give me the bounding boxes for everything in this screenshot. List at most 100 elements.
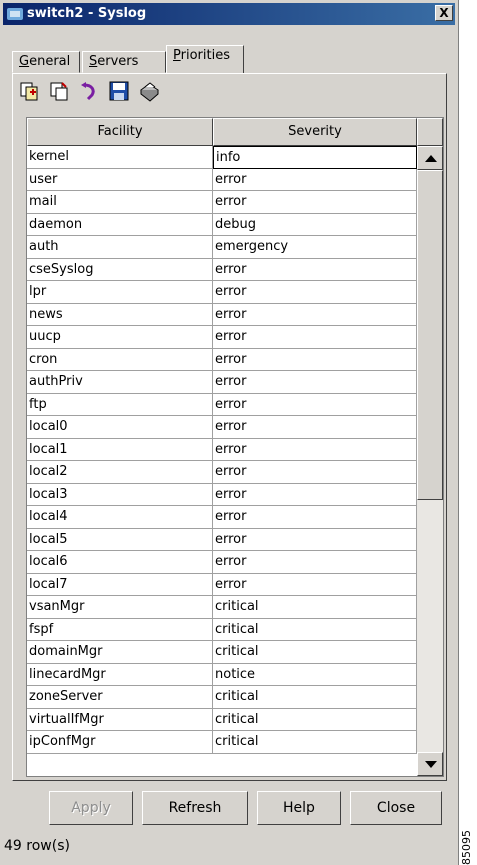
table-row[interactable]: domainMgr critical [27, 641, 417, 664]
facility-cell[interactable]: fspf [27, 618, 213, 641]
facility-cell[interactable]: cron [27, 348, 213, 371]
facility-cell[interactable]: local4 [27, 506, 213, 529]
severity-cell[interactable]: error [213, 168, 417, 191]
severity-cell[interactable]: error [213, 348, 417, 371]
table-row[interactable]: local4 error [27, 506, 417, 529]
severity-cell[interactable]: error [213, 191, 417, 214]
severity-cell[interactable]: critical [213, 708, 417, 731]
severity-cell[interactable]: notice [213, 663, 417, 686]
table-row[interactable]: ipConfMgr critical [27, 731, 417, 754]
severity-cell[interactable]: critical [213, 686, 417, 709]
facility-cell[interactable]: user [27, 168, 213, 191]
apply-button[interactable]: Apply [49, 791, 133, 825]
facility-cell[interactable]: news [27, 303, 213, 326]
severity-cell[interactable]: error [213, 506, 417, 529]
severity-cell[interactable]: critical [213, 618, 417, 641]
table-row[interactable]: cseSyslog error [27, 258, 417, 281]
facility-cell[interactable]: local0 [27, 416, 213, 439]
table-row[interactable]: uucp error [27, 326, 417, 349]
tab-priorities[interactable]: Priorities [166, 45, 244, 73]
facility-cell[interactable]: local7 [27, 573, 213, 596]
facility-cell[interactable]: cseSyslog [27, 258, 213, 281]
table-row[interactable]: local3 error [27, 483, 417, 506]
facility-cell[interactable]: vsanMgr [27, 596, 213, 619]
scroll-thumb[interactable] [417, 170, 443, 500]
severity-cell[interactable]: error [213, 573, 417, 596]
facility-cell[interactable]: mail [27, 191, 213, 214]
facility-cell[interactable]: uucp [27, 326, 213, 349]
title-bar[interactable]: switch2 - Syslog X [3, 3, 455, 25]
facility-cell[interactable]: local6 [27, 551, 213, 574]
severity-cell[interactable]: critical [213, 731, 417, 754]
table-row[interactable]: linecardMgr notice [27, 663, 417, 686]
copy-row-icon[interactable] [18, 80, 40, 102]
table-row[interactable]: news error [27, 303, 417, 326]
column-header-facility[interactable]: Facility [27, 118, 213, 146]
severity-cell[interactable]: error [213, 528, 417, 551]
severity-cell[interactable]: error [213, 483, 417, 506]
column-header-severity[interactable]: Severity [213, 118, 417, 146]
close-button[interactable]: Close [350, 791, 442, 825]
facility-cell[interactable]: auth [27, 236, 213, 259]
facility-cell[interactable]: kernel [27, 146, 213, 169]
table-row[interactable]: ftp error [27, 393, 417, 416]
facility-cell[interactable]: local5 [27, 528, 213, 551]
table-row[interactable]: local0 error [27, 416, 417, 439]
facility-cell[interactable]: domainMgr [27, 641, 213, 664]
help-button[interactable]: Help [257, 791, 341, 825]
severity-cell[interactable]: error [213, 393, 417, 416]
vertical-scrollbar[interactable] [417, 146, 443, 776]
table-row[interactable]: daemon debug [27, 213, 417, 236]
severity-cell[interactable]: emergency [213, 236, 417, 259]
facility-cell[interactable]: authPriv [27, 371, 213, 394]
severity-cell[interactable]: error [213, 461, 417, 484]
table-row[interactable]: authPriv error [27, 371, 417, 394]
table-row[interactable]: local5 error [27, 528, 417, 551]
table-row[interactable]: fspf critical [27, 618, 417, 641]
table-row[interactable]: local2 error [27, 461, 417, 484]
severity-cell[interactable]: critical [213, 596, 417, 619]
facility-cell[interactable]: lpr [27, 281, 213, 304]
severity-cell[interactable]: debug [213, 213, 417, 236]
severity-cell[interactable]: error [213, 281, 417, 304]
refresh-button[interactable]: Refresh [142, 791, 248, 825]
facility-cell[interactable]: local2 [27, 461, 213, 484]
severity-cell[interactable]: critical [213, 641, 417, 664]
severity-cell[interactable]: error [213, 326, 417, 349]
facility-cell[interactable]: zoneServer [27, 686, 213, 709]
save-icon[interactable] [108, 80, 130, 102]
facility-cell[interactable]: daemon [27, 213, 213, 236]
tab-servers[interactable]: Servers [82, 51, 166, 73]
table-row[interactable]: cron error [27, 348, 417, 371]
tab-general[interactable]: General [12, 51, 80, 73]
table-row[interactable]: zoneServer critical [27, 686, 417, 709]
severity-cell[interactable]: error [213, 416, 417, 439]
table-row[interactable]: lpr error [27, 281, 417, 304]
facility-cell[interactable]: ftp [27, 393, 213, 416]
severity-cell[interactable]: error [213, 438, 417, 461]
severity-cell[interactable]: error [213, 551, 417, 574]
table-row[interactable]: local6 error [27, 551, 417, 574]
paste-row-icon[interactable] [48, 80, 70, 102]
table-row[interactable]: user error [27, 168, 417, 191]
table-row[interactable]: local1 error [27, 438, 417, 461]
close-window-button[interactable]: X [435, 5, 453, 21]
undo-icon[interactable] [78, 80, 100, 102]
table-row[interactable]: auth emergency [27, 236, 417, 259]
table-row[interactable]: mail error [27, 191, 417, 214]
table-row[interactable]: vsanMgr critical [27, 596, 417, 619]
print-icon[interactable] [138, 80, 160, 102]
facility-cell[interactable]: ipConfMgr [27, 731, 213, 754]
facility-cell[interactable]: linecardMgr [27, 663, 213, 686]
table-row[interactable]: local7 error [27, 573, 417, 596]
scroll-down-button[interactable] [417, 752, 443, 776]
facility-cell[interactable]: virtualIfMgr [27, 708, 213, 731]
severity-cell[interactable]: error [213, 303, 417, 326]
table-row[interactable]: virtualIfMgr critical [27, 708, 417, 731]
facility-cell[interactable]: local1 [27, 438, 213, 461]
severity-cell[interactable]: info [213, 146, 417, 169]
severity-cell[interactable]: error [213, 258, 417, 281]
facility-cell[interactable]: local3 [27, 483, 213, 506]
table-row[interactable]: kernel info [27, 146, 417, 169]
scroll-up-button[interactable] [417, 146, 443, 170]
